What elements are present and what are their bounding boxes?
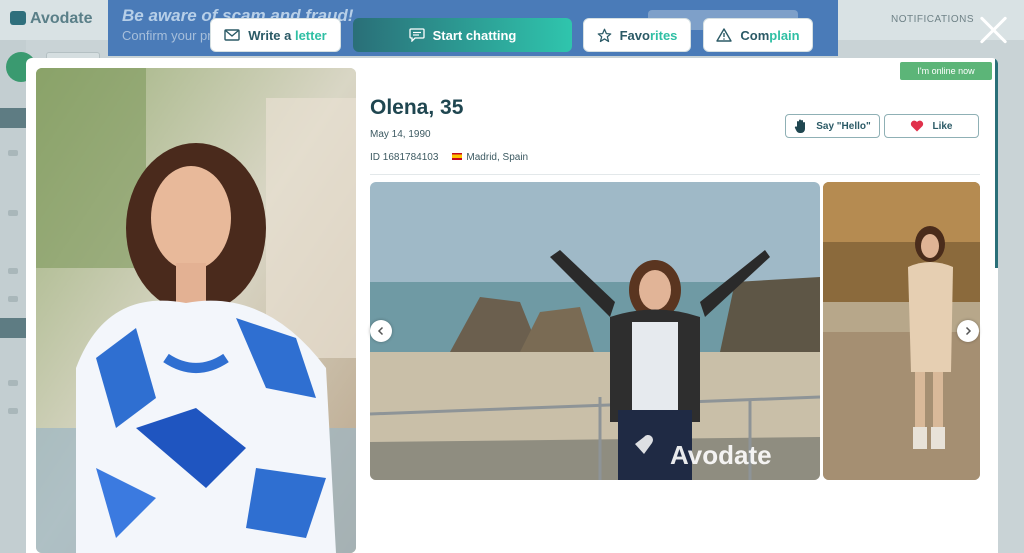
chat-icon <box>408 28 425 42</box>
chevron-right-icon <box>965 326 972 336</box>
like-label: Like <box>932 120 953 132</box>
background-logo: Avodate <box>10 10 93 28</box>
background-tick <box>8 210 18 216</box>
start-chatting-button[interactable]: Start chatting <box>353 18 572 52</box>
profile-name-age: Olena, 35 <box>370 96 464 119</box>
spain-flag-icon <box>452 153 463 160</box>
gallery-photo-1[interactable]: Avodate <box>370 182 820 480</box>
write-letter-label: Write a letter <box>248 27 327 43</box>
envelope-icon <box>224 29 240 41</box>
gallery-watermark: Avodate <box>670 440 772 470</box>
profile-location: Madrid, Spain <box>452 152 528 163</box>
main-profile-photo[interactable] <box>36 68 356 553</box>
background-tick <box>8 268 18 274</box>
background-tick <box>8 150 18 156</box>
chevron-left-icon <box>377 326 384 336</box>
modal-scrollbar[interactable] <box>995 58 998 268</box>
profile-meta: ID 1681784103 Madrid, Spain <box>370 152 528 163</box>
heart-icon <box>911 120 924 132</box>
complain-label: Complain <box>740 27 800 43</box>
online-status-badge: I'm online now <box>900 62 992 80</box>
write-letter-button[interactable]: Write a letter <box>210 18 341 52</box>
say-hello-label: Say "Hello" <box>816 120 871 132</box>
profile-birth-date: May 14, 1990 <box>370 129 431 140</box>
profile-modal: I'm online now Olena, 35 May 14, 1990 ID… <box>26 58 998 553</box>
warning-icon <box>716 28 733 42</box>
complain-button[interactable]: Complain <box>703 18 813 52</box>
start-chatting-label: Start chatting <box>432 27 517 43</box>
profile-id: ID 1681784103 <box>370 152 439 163</box>
close-icon[interactable] <box>978 14 1010 46</box>
favorites-label: Favorites <box>619 27 678 43</box>
background-sidebar-active <box>0 108 26 128</box>
star-icon <box>597 28 611 42</box>
beach-photo-illustration: Avodate <box>370 182 820 480</box>
background-tick <box>8 408 18 414</box>
gallery-next-arrow[interactable] <box>957 320 979 342</box>
background-sidebar-active-2 <box>0 318 26 338</box>
background-tick <box>8 380 18 386</box>
background-tick <box>8 296 18 302</box>
header-divider <box>370 174 980 175</box>
background-notifications: NOTIFICATIONS <box>891 14 974 25</box>
like-button[interactable]: Like <box>884 114 979 138</box>
gallery-prev-arrow[interactable] <box>370 320 392 342</box>
favorites-button[interactable]: Favorites <box>583 18 691 52</box>
waving-hand-icon <box>795 119 806 134</box>
say-hello-button[interactable]: Say "Hello" <box>785 114 880 138</box>
portrait-illustration <box>36 68 356 553</box>
